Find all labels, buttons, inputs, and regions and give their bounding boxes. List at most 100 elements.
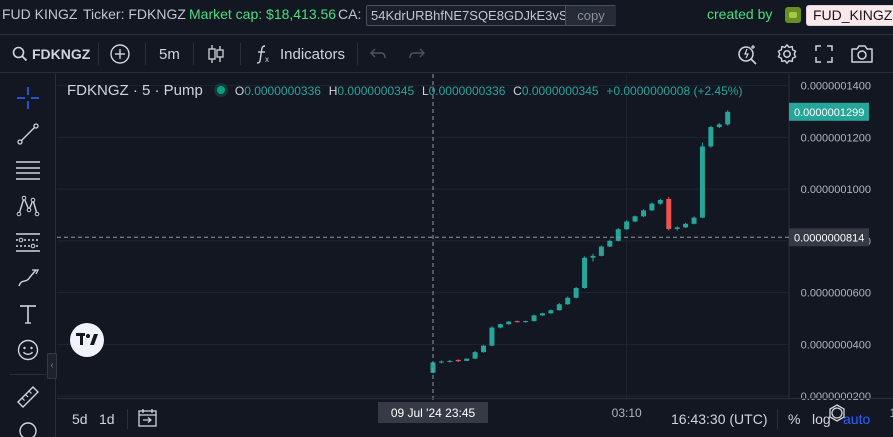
symbol-label: FDKNGZ (32, 46, 91, 62)
brush-icon (18, 269, 40, 287)
candle-body (447, 360, 453, 362)
drawing-toolbar (0, 74, 56, 437)
price-axis-tick-label: 0.0000001400 (801, 81, 871, 93)
token-info-bar: FUD KINGZ Ticker: FDKNGZ Market cap: $18… (0, 0, 893, 31)
candle-body (641, 210, 646, 217)
copy-address-button[interactable]: copy (565, 6, 616, 25)
legend-open-value: 0.0000000336 (244, 84, 321, 98)
sliders-icon (16, 233, 40, 252)
legend-high-value: 0.0000000345 (337, 84, 415, 98)
legend-change: +0.0000000008 (+2.45%) (606, 84, 743, 98)
utc-clock[interactable]: 16:43:30 (UTC) (671, 411, 767, 427)
contract-address-field[interactable]: 54KdrURBhfNE7SQE8GDJkE3vSX copy (366, 5, 616, 26)
creator-avatar (785, 7, 801, 23)
candle-body (472, 352, 478, 359)
interval-button[interactable]: 5m (159, 35, 180, 73)
tradingview-logo[interactable] (70, 323, 104, 357)
prediction-tool-button[interactable] (14, 228, 42, 256)
creator-handle-link[interactable]: FUD_KINGZ (806, 5, 893, 26)
measure-tool-button[interactable] (14, 383, 42, 411)
candle-body (716, 124, 722, 128)
search-icon (12, 46, 28, 62)
price-axis-tick-label: 0.0000000400 (801, 339, 871, 351)
series-legend: FDKNGZ · 5 · Pump O0.0000000336 H0.000000… (67, 82, 742, 99)
token-ticker: Ticker: FDKNGZ (83, 6, 186, 22)
candle-body (438, 361, 444, 363)
chart-style-button[interactable] (207, 35, 225, 73)
crosshair-icon (17, 87, 39, 109)
trend-line-icon (17, 123, 39, 145)
undo-button[interactable] (369, 35, 387, 73)
price-axis-tick-label: 0.0000000600 (801, 288, 871, 300)
candle-body (548, 310, 554, 314)
zoom-tool-button[interactable] (14, 416, 42, 437)
created-by-label: created by (707, 6, 773, 22)
quick-search-button[interactable] (737, 35, 759, 73)
contract-address-value[interactable]: 54KdrURBhfNE7SQE8GDJkE3vSX (371, 8, 567, 23)
collapse-toolbar-button[interactable]: ‹ (47, 353, 57, 379)
candle-body (481, 345, 487, 353)
candle-body (683, 223, 689, 228)
fib-tool-button[interactable] (14, 156, 42, 184)
emoji-tool-button[interactable] (14, 336, 42, 364)
indicators-label: Indicators (280, 45, 346, 63)
contract-address-label: CA: (338, 6, 362, 22)
candle-body (708, 127, 714, 147)
candle-body (674, 227, 680, 229)
candle-body (464, 358, 470, 361)
trend-line-tool-button[interactable] (14, 120, 42, 148)
interval-label: 5m (159, 45, 180, 63)
tradingview-logo-icon (76, 333, 98, 345)
redo-button[interactable] (408, 35, 426, 73)
redo-icon (409, 48, 425, 59)
percent-scale-toggle[interactable]: % (788, 411, 800, 427)
pattern-tool-button[interactable] (14, 192, 42, 220)
fullscreen-icon (815, 45, 833, 63)
range-5d-button[interactable]: 5d (72, 411, 88, 427)
brush-tool-button[interactable] (14, 264, 42, 292)
camera-icon (851, 45, 873, 63)
candle-body (531, 315, 537, 322)
candle-body (725, 111, 731, 125)
candle-body (657, 200, 663, 204)
legend-low-label: L (421, 84, 429, 98)
smiley-icon (17, 339, 39, 361)
indicators-button[interactable]: x Indicators (254, 35, 345, 73)
legend-close-value: 0.0000000345 (521, 84, 599, 98)
compare-symbol-button[interactable] (109, 35, 131, 73)
settings-button[interactable] (776, 35, 798, 73)
goto-date-button[interactable] (137, 408, 159, 431)
candle-body (573, 287, 579, 298)
candle-body (489, 327, 495, 346)
calendar-goto-icon (138, 409, 157, 427)
fullscreen-button[interactable] (815, 35, 833, 73)
legend-open-label: O (234, 84, 245, 98)
symbol-search-button[interactable]: FDKNGZ (12, 35, 90, 73)
candle-body (556, 304, 562, 311)
log-scale-toggle[interactable]: log (812, 411, 831, 427)
quick-search-icon (738, 45, 757, 65)
legend-title[interactable]: FDKNGZ · 5 · Pump (67, 82, 203, 99)
candle-body (691, 217, 697, 224)
screenshot-button[interactable] (850, 35, 874, 73)
chart-pane[interactable]: 0.0000000200 0.0000000400 0.0000000600 0.00… (57, 74, 893, 426)
legend-close-label: C (513, 84, 522, 98)
token-name: FUD KINGZ (2, 6, 78, 22)
candle-body (582, 257, 588, 288)
last-price-label: 0.0000001299 (794, 107, 864, 119)
undo-icon (370, 48, 386, 59)
crosshair-tool-button[interactable] (14, 84, 42, 112)
zoom-icon (19, 422, 37, 437)
candle-body (590, 255, 596, 258)
legend-low-value: 0.0000000336 (428, 84, 506, 98)
price-chart[interactable]: 0.00000002000.00000004000.00000006000.00… (57, 74, 893, 400)
crosshair-price-label: 0.0000000814 (794, 232, 864, 244)
text-icon (20, 305, 36, 324)
chart-header-toolbar: FDKNGZ 5m x Indicators (0, 35, 893, 73)
candles-icon (208, 45, 224, 63)
text-tool-button[interactable] (14, 300, 42, 328)
auto-scale-toggle[interactable]: auto (843, 411, 870, 427)
range-1d-button[interactable]: 1d (99, 411, 115, 427)
pattern-icon (16, 195, 40, 217)
chart-widget: FDKNGZ 5m x Indicators ‹ 0.0000000200 0.… (0, 34, 893, 437)
